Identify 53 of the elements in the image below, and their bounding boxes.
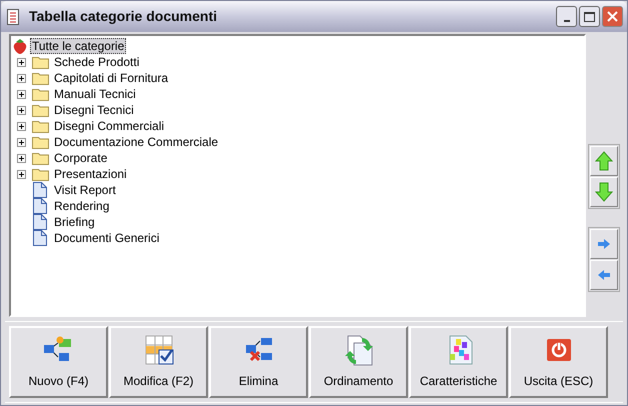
maximize-button[interactable] [579,6,600,27]
tree-item[interactable]: Rendering [53,199,110,213]
arrow-left-icon [597,269,611,281]
folder-icon [32,167,48,181]
document-icon [33,198,47,214]
expand-icon[interactable] [16,58,26,66]
folder-icon [32,135,48,149]
indent-button[interactable] [590,229,618,259]
toolbar-button[interactable]: Elimina [209,326,308,398]
tree-item[interactable]: Disegni Commerciali [53,119,166,133]
expand-icon[interactable] [16,154,26,162]
tree-item[interactable]: Documenti Generici [53,231,160,245]
strawberry-icon [13,38,27,54]
toolbar-button[interactable]: Ordinamento [309,326,408,398]
toolbar-button[interactable]: Uscita (ESC) [509,326,608,398]
folder-icon [32,103,48,117]
window-title: Tabella categorie documenti [29,7,218,26]
folder-icon [32,71,48,85]
expand-icon[interactable] [16,106,26,114]
toolbar-button[interactable]: Modifica (F2) [109,326,208,398]
tree-item[interactable]: Disegni Tecnici [53,103,135,117]
toolbar-button[interactable]: Nuovo (F4) [9,326,108,398]
arrow-down-icon [595,182,613,202]
outdent-button[interactable] [590,260,618,290]
document-icon [33,182,47,198]
folder-icon [32,151,48,165]
document-icon [33,230,47,246]
tree-item[interactable]: Visit Report [53,183,117,197]
close-button[interactable] [602,6,623,27]
tree-item[interactable]: Briefing [53,215,96,229]
toolbar-button[interactable]: Caratteristiche [409,326,508,398]
expand-icon[interactable] [16,90,26,98]
close-icon [607,11,618,22]
expand-icon[interactable] [16,122,26,130]
folder-icon [32,119,48,133]
tree-item[interactable]: Corporate [53,151,108,165]
minimize-button[interactable] [556,6,577,27]
tree-item[interactable]: Capitolati di Fornitura [53,71,170,85]
tree-item[interactable]: Documentazione Commerciale [53,135,220,149]
expand-icon[interactable] [16,170,26,178]
arrow-right-icon [597,238,611,250]
expand-icon[interactable] [16,138,26,146]
folder-icon [32,87,48,101]
tree-item[interactable]: Schede Prodotti [53,55,140,69]
arrow-up-icon [595,151,613,171]
expand-icon[interactable] [16,74,26,82]
tree-item[interactable]: Presentazioni [53,167,128,181]
tree-item[interactable]: Manuali Tecnici [53,87,137,101]
move-up-button[interactable] [590,146,618,176]
move-down-button[interactable] [590,177,618,207]
list-icon [5,8,21,24]
document-icon [33,214,47,230]
tree-item[interactable]: Tutte le categorie [30,38,126,54]
